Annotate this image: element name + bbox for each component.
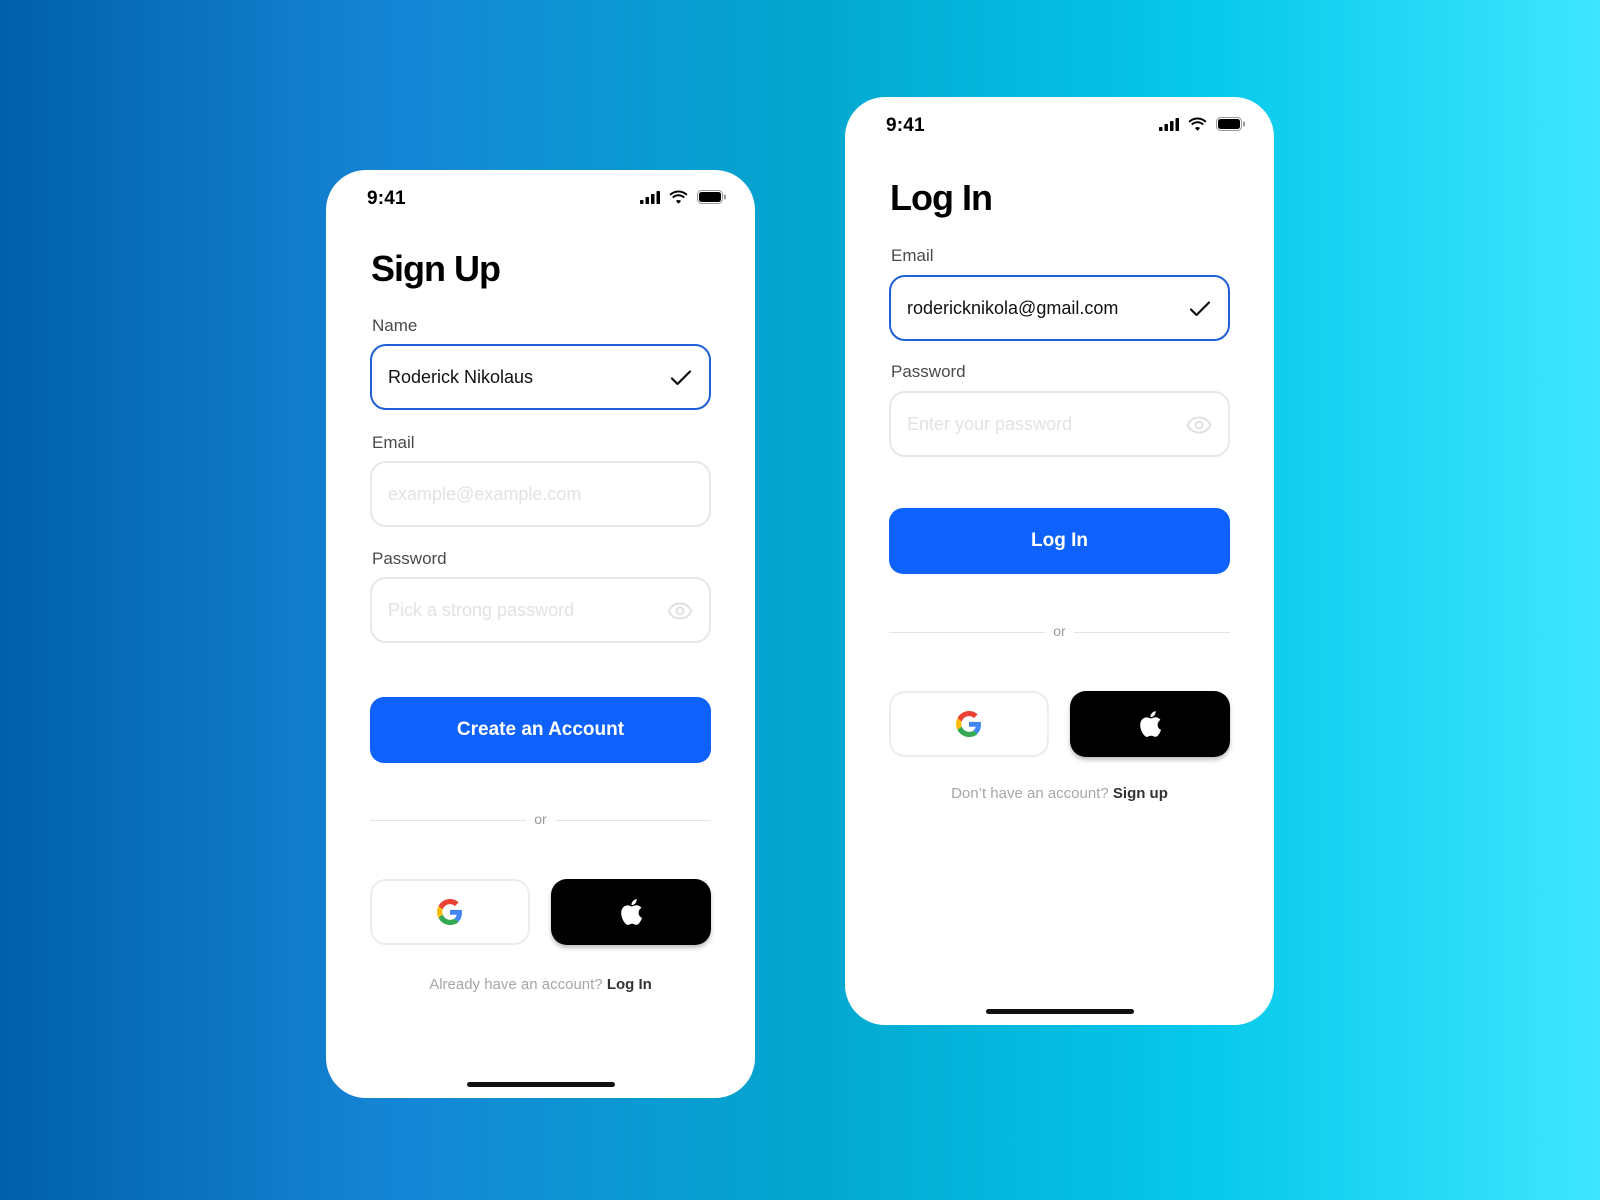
signup-link[interactable]: Sign up <box>1113 785 1168 802</box>
email-value: rodericknikola@gmail.com <box>907 298 1119 318</box>
create-account-button[interactable]: Create an Account <box>370 697 711 763</box>
battery-icon <box>697 190 727 204</box>
apple-icon <box>619 898 643 926</box>
or-divider: or <box>370 810 711 830</box>
page-title: Sign Up <box>371 248 501 289</box>
password-field[interactable]: Enter your password <box>889 391 1230 457</box>
login-link[interactable]: Log In <box>607 976 652 993</box>
page-title: Log In <box>890 177 993 218</box>
signup-phone-screen: 9:41 Sign Up Name Roderick Nikolaus Emai… <box>326 170 755 1098</box>
apple-signin-button[interactable] <box>551 879 711 945</box>
divider-line-right <box>1074 632 1230 633</box>
name-label: Name <box>372 316 418 335</box>
email-field[interactable]: example@example.com <box>370 461 711 527</box>
status-icons <box>1159 117 1246 131</box>
password-placeholder: Pick a strong password <box>388 600 575 620</box>
email-label: Email <box>891 246 934 265</box>
password-placeholder: Enter your password <box>907 414 1073 434</box>
status-time: 9:41 <box>367 188 406 209</box>
battery-icon <box>1216 117 1246 131</box>
status-bar: 9:41 <box>845 97 1274 153</box>
footer-text: Already have an account? <box>429 976 603 993</box>
divider-text: or <box>534 811 547 827</box>
login-phone-screen: 9:41 Log In Email rodericknikola@gmail.c… <box>845 97 1274 1025</box>
checkmark-icon <box>669 366 693 390</box>
name-field[interactable]: Roderick Nikolaus <box>370 344 711 410</box>
google-icon <box>956 711 982 737</box>
login-button[interactable]: Log In <box>889 508 1230 574</box>
checkmark-icon <box>1188 297 1212 321</box>
eye-icon[interactable] <box>667 599 693 623</box>
wifi-icon <box>669 190 688 204</box>
home-indicator <box>466 1082 615 1087</box>
password-label: Password <box>372 549 447 568</box>
status-bar: 9:41 <box>326 170 755 226</box>
divider-line-right <box>555 820 711 821</box>
google-icon <box>437 899 463 925</box>
email-placeholder: example@example.com <box>388 484 582 504</box>
footer-prompt: Already have an account? Log In <box>326 976 755 993</box>
cellular-signal-icon <box>1159 117 1179 131</box>
home-indicator <box>985 1009 1134 1014</box>
password-label: Password <box>891 362 966 381</box>
eye-icon[interactable] <box>1186 413 1212 437</box>
divider-text: or <box>1053 623 1066 639</box>
name-value: Roderick Nikolaus <box>388 367 534 387</box>
footer-prompt: Don’t have an account? Sign up <box>845 785 1274 802</box>
status-icons <box>640 190 727 204</box>
status-time: 9:41 <box>886 115 925 136</box>
email-label: Email <box>372 433 415 452</box>
google-signin-button[interactable] <box>370 879 530 945</box>
cellular-signal-icon <box>640 190 660 204</box>
apple-icon <box>1138 710 1162 738</box>
or-divider: or <box>889 622 1230 642</box>
wifi-icon <box>1188 117 1207 131</box>
email-field[interactable]: rodericknikola@gmail.com <box>889 275 1230 341</box>
password-field[interactable]: Pick a strong password <box>370 577 711 643</box>
google-signin-button[interactable] <box>889 691 1049 757</box>
apple-signin-button[interactable] <box>1070 691 1230 757</box>
footer-text: Don’t have an account? <box>951 785 1109 802</box>
